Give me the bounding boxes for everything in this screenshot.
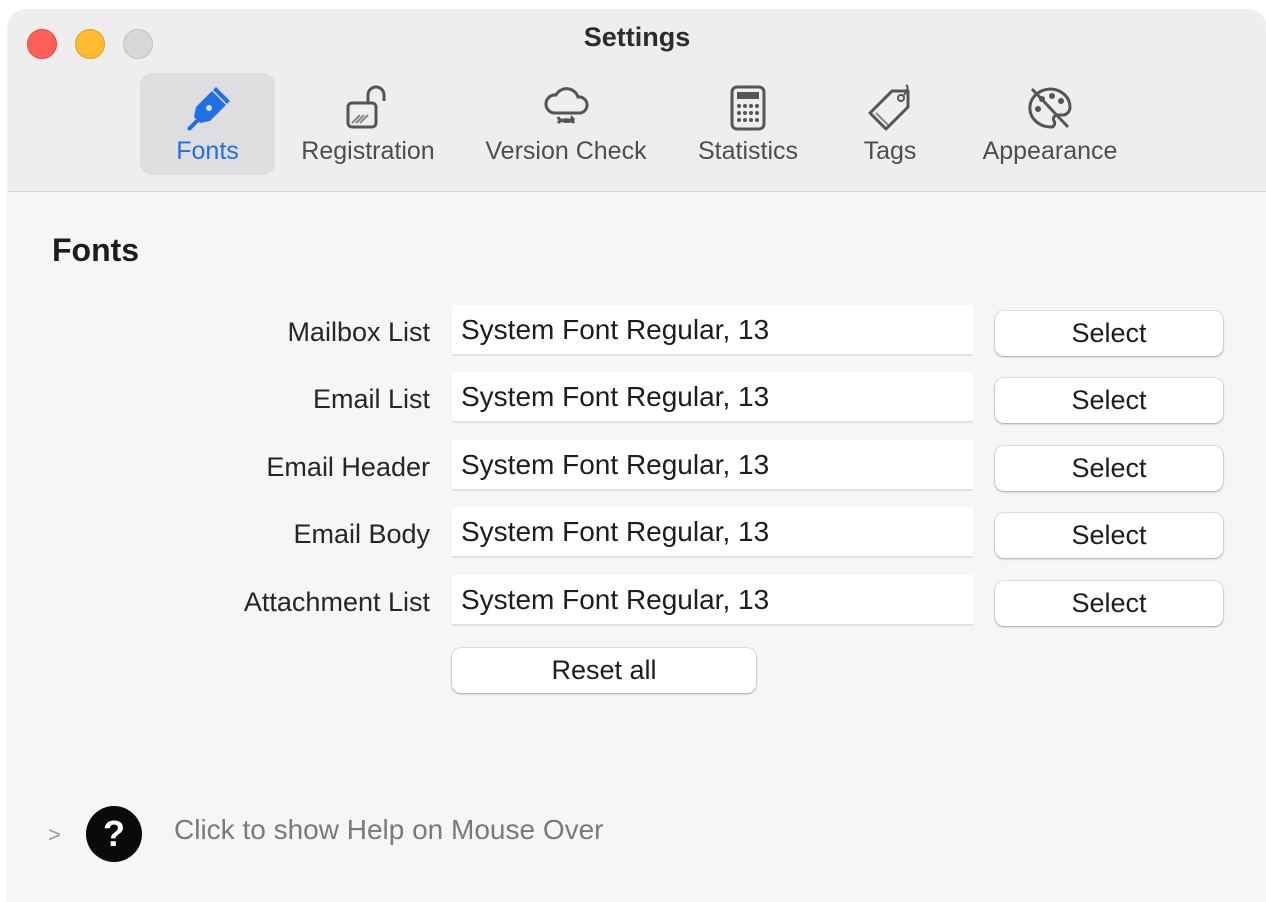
email-header-font-field: System Font Regular, 13 <box>452 440 973 491</box>
tab-label: Tags <box>863 137 917 165</box>
select-email-list-font-button[interactable]: Select <box>995 378 1223 423</box>
reset-all-button[interactable]: Reset all <box>452 648 756 693</box>
mailbox-list-label: Mailbox List <box>287 317 430 347</box>
tag-icon <box>868 84 910 131</box>
open-lock-icon <box>346 85 386 129</box>
fountain-pen-icon <box>186 87 230 131</box>
settings-window: Settings Fonts Registration Version Chec… <box>8 10 1266 902</box>
mailbox-list-font-field: System Font Regular, 13 <box>452 305 973 356</box>
tab-fonts[interactable]: Fonts <box>140 73 275 175</box>
tab-statistics[interactable]: Statistics <box>684 73 812 175</box>
tab-label: Statistics <box>697 137 799 165</box>
email-body-label: Email Body <box>293 519 430 549</box>
tab-label: Appearance <box>982 137 1118 165</box>
help-toggle-text[interactable]: Click to show Help on Mouse Over <box>174 814 604 846</box>
select-attachment-list-font-button[interactable]: Select <box>995 581 1223 626</box>
email-list-font-field: System Font Regular, 13 <box>452 372 973 423</box>
tab-label: Registration <box>301 137 435 165</box>
window-title: Settings <box>583 22 691 52</box>
tab-appearance[interactable]: Appearance <box>970 73 1130 175</box>
attachment-list-font-field: System Font Regular, 13 <box>452 575 973 626</box>
tab-label: Version Check <box>485 137 647 165</box>
tab-registration[interactable]: Registration <box>288 73 448 175</box>
section-title: Fonts <box>52 232 140 268</box>
email-header-label: Email Header <box>266 452 430 482</box>
tab-label: Fonts <box>176 137 239 165</box>
calculator-icon <box>730 85 766 131</box>
toolbar: Settings Fonts Registration Version Chec… <box>8 10 1266 192</box>
select-email-body-font-button[interactable]: Select <box>995 513 1223 558</box>
email-list-label: Email List <box>312 384 430 414</box>
select-email-header-font-button[interactable]: Select <box>995 446 1223 491</box>
tab-version-check[interactable]: Version Check <box>470 73 662 175</box>
email-body-font-field: System Font Regular, 13 <box>452 507 973 558</box>
attachment-list-label: Attachment List <box>243 587 430 617</box>
select-mailbox-list-font-button[interactable]: Select <box>995 311 1223 356</box>
tab-tags[interactable]: Tags <box>838 73 942 175</box>
disclosure-chevron-icon[interactable]: > <box>48 822 61 848</box>
help-icon[interactable]: ? <box>86 806 142 862</box>
cloud-sync-icon <box>544 87 589 125</box>
palette-icon <box>1028 87 1072 129</box>
